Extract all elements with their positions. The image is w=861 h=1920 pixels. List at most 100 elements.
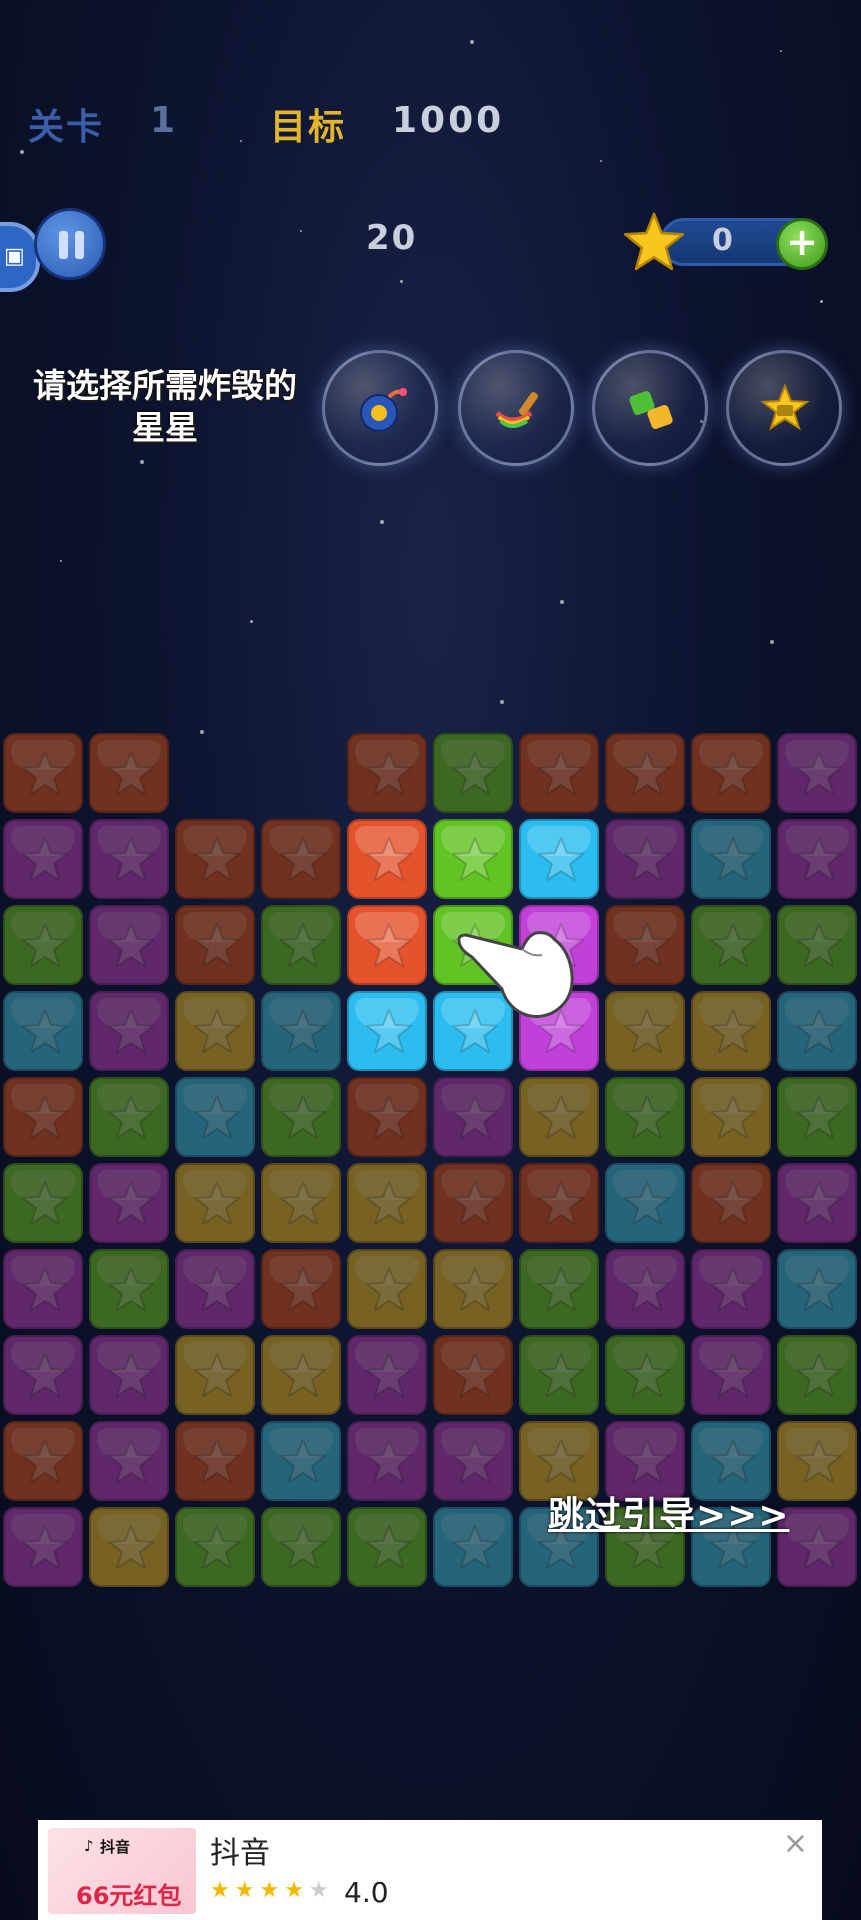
tile-red[interactable] [347,905,427,985]
tile-red[interactable] [261,819,341,899]
tile-red[interactable] [3,1421,83,1501]
tile-purple[interactable] [3,1335,83,1415]
tile-blue[interactable] [3,991,83,1071]
tile-red[interactable] [3,1077,83,1157]
booster-brush[interactable] [458,350,574,466]
tile-red[interactable] [175,1421,255,1501]
booster-bomb[interactable] [322,350,438,466]
tile-blue[interactable] [433,1507,513,1587]
add-coins-button[interactable]: + [776,218,828,270]
tile-blue[interactable] [605,1163,685,1243]
tile-red[interactable] [347,733,427,813]
tile-yellow[interactable] [347,1249,427,1329]
tile-blue[interactable] [261,991,341,1071]
tile-green[interactable] [777,905,857,985]
tile-red[interactable] [691,733,771,813]
tile-red[interactable] [3,733,83,813]
tile-red[interactable] [175,819,255,899]
tile-purple[interactable] [89,1421,169,1501]
tile-red[interactable] [347,1077,427,1157]
tile-purple[interactable] [175,1249,255,1329]
tile-purple[interactable] [777,819,857,899]
tile-purple[interactable] [89,1335,169,1415]
tile-red[interactable] [89,733,169,813]
tile-red[interactable] [519,733,599,813]
star-icon [108,1181,154,1225]
tile-red[interactable] [433,1163,513,1243]
tile-purple[interactable] [605,819,685,899]
tile-green[interactable] [519,1249,599,1329]
tile-yellow[interactable] [605,991,685,1071]
tile-green[interactable] [605,1335,685,1415]
tile-yellow[interactable] [261,1335,341,1415]
tile-purple[interactable] [777,1163,857,1243]
tile-purple[interactable] [89,1163,169,1243]
tile-red[interactable] [605,905,685,985]
tile-blue[interactable] [691,819,771,899]
tile-yellow[interactable] [433,1249,513,1329]
tile-purple[interactable] [691,1249,771,1329]
tile-green[interactable] [261,1507,341,1587]
tile-green[interactable] [89,1077,169,1157]
tile-purple[interactable] [433,1077,513,1157]
close-ad-button[interactable]: × [783,1826,808,1861]
tile-green[interactable] [261,1077,341,1157]
tile-purple[interactable] [691,1335,771,1415]
level-label: 关卡 [28,107,105,148]
tile-green[interactable] [691,905,771,985]
star-icon [710,1009,756,1053]
tile-blue[interactable] [519,819,599,899]
tile-purple[interactable] [347,1421,427,1501]
booster-swap[interactable] [592,350,708,466]
tile-yellow[interactable] [175,991,255,1071]
pause-button[interactable] [34,208,106,280]
tile-green[interactable] [519,1335,599,1415]
skip-tutorial-link[interactable]: 跳过引导>>> [548,1486,790,1538]
tile-red[interactable] [519,1163,599,1243]
tile-blue[interactable] [175,1077,255,1157]
tile-green[interactable] [3,905,83,985]
tile-yellow[interactable] [261,1163,341,1243]
side-menu-tab[interactable]: ▣ [0,222,40,292]
tile-blue[interactable] [777,1249,857,1329]
tile-green[interactable] [347,1507,427,1587]
tile-green[interactable] [433,733,513,813]
tile-purple[interactable] [3,819,83,899]
tile-purple[interactable] [89,819,169,899]
ad-banner[interactable]: ♪ 抖音 66元红包 抖音 ★★★★★ 4.0 × [38,1820,822,1920]
tile-yellow[interactable] [519,1077,599,1157]
tile-red[interactable] [605,733,685,813]
tile-red[interactable] [433,1335,513,1415]
tile-blue[interactable] [261,1421,341,1501]
tile-yellow[interactable] [691,991,771,1071]
tile-green[interactable] [89,1249,169,1329]
tile-purple[interactable] [89,905,169,985]
tile-purple[interactable] [3,1507,83,1587]
tile-yellow[interactable] [175,1335,255,1415]
tile-yellow[interactable] [691,1077,771,1157]
tile-green[interactable] [777,1335,857,1415]
tile-purple[interactable] [605,1249,685,1329]
tile-yellow[interactable] [175,1163,255,1243]
tile-green[interactable] [605,1077,685,1157]
tile-purple[interactable] [433,1421,513,1501]
tile-yellow[interactable] [347,1163,427,1243]
tile-blue[interactable] [777,991,857,1071]
tile-purple[interactable] [777,733,857,813]
tile-red[interactable] [347,819,427,899]
tile-green[interactable] [777,1077,857,1157]
tile-green[interactable] [433,819,513,899]
tile-yellow[interactable] [89,1507,169,1587]
tile-purple[interactable] [3,1249,83,1329]
tile-purple[interactable] [89,991,169,1071]
tile-green[interactable] [261,905,341,985]
booster-video-star[interactable] [726,350,842,466]
tile-purple[interactable] [347,1335,427,1415]
tile-red[interactable] [691,1163,771,1243]
tile-green[interactable] [3,1163,83,1243]
tile-blue[interactable] [347,991,427,1071]
tile-red[interactable] [175,905,255,985]
tile-red[interactable] [261,1249,341,1329]
tile-green[interactable] [175,1507,255,1587]
star-icon [538,751,584,795]
